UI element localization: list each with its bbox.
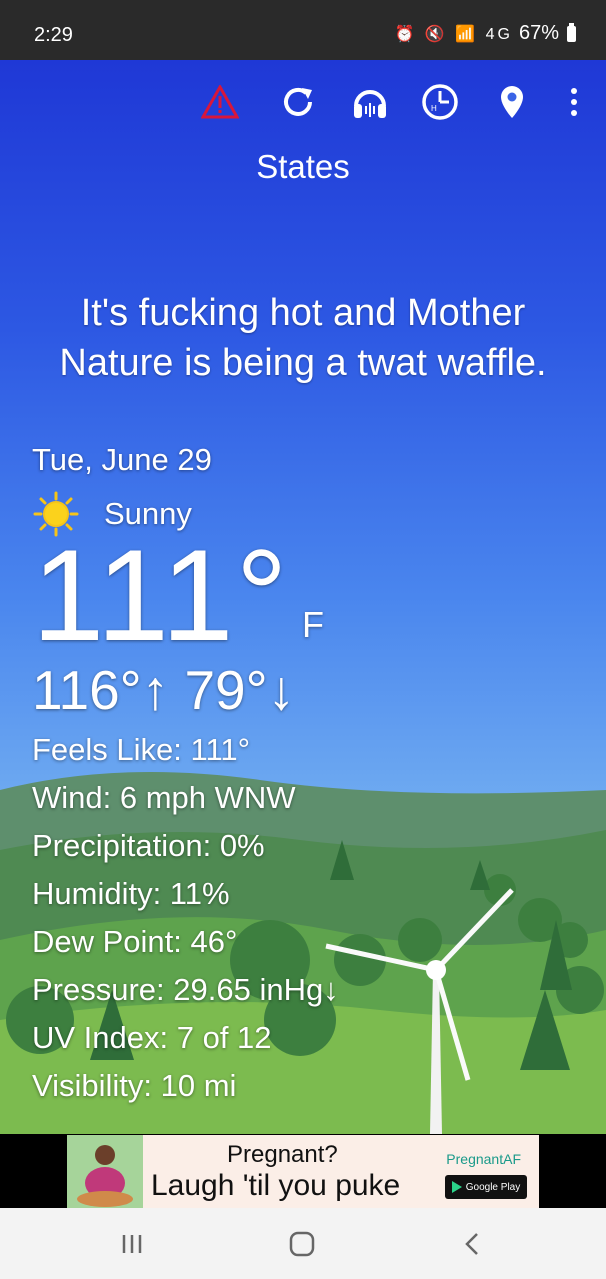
warning-icon[interactable] [198,80,242,124]
forecast-date: Tue, June 29 [32,442,212,477]
home-icon[interactable] [282,1228,322,1260]
current-temperature: 111° F [32,530,339,660]
battery-level: 67% [518,22,559,44]
ad-headline: Pregnant? [227,1141,338,1168]
ad-brand: PregnantAF [446,1151,521,1167]
ad-banner[interactable]: Pregnant? Laugh 'til you puke PregnantAF… [67,1135,539,1208]
status-icons: ⏰ 🔇 📶 4G 67% [395,22,576,45]
weather-screen: H States It's fucking hot and Mother Nat… [0,60,606,1134]
recent-apps-icon[interactable] [112,1228,152,1260]
google-play-badge[interactable]: Google Play [445,1175,527,1199]
weather-tagline: It's fucking hot and Mother Nature is be… [59,292,547,384]
ad-subheadline: Laugh 'til you puke [151,1169,401,1202]
navigation-bar [0,1208,606,1279]
play-store-icon [451,1181,462,1193]
humidity: Humidity: 11% [32,876,230,911]
location-pin-icon[interactable] [490,80,534,124]
current-conditions: Tue, June 29 Sunny 111° F 116°↑ 79°↓ Fee… [32,442,339,1110]
ad-illustration [67,1135,143,1208]
store-badge-label: Google Play [465,1181,521,1193]
refresh-icon[interactable] [276,80,320,124]
svg-text:H: H [431,104,437,113]
feels-like: Feels Like: 111° [32,732,251,767]
wind: Wind: 6 mph WNW [32,780,296,815]
location-name: States [256,148,350,185]
temperature-value: 111° [32,522,290,668]
temperature-unit: F [302,604,324,645]
pressure: Pressure: 29.65 inHg↓ [32,972,339,1007]
dew-point: Dew Point: 46° [32,924,238,959]
low-temperature: 79°↓ [184,659,296,721]
headphones-icon[interactable] [348,80,392,124]
precipitation: Precipitation: 0% [32,828,265,863]
back-icon[interactable] [452,1228,492,1260]
battery-icon [567,22,576,42]
history-icon[interactable]: H [418,80,462,124]
more-vert-icon[interactable] [552,80,596,124]
high-temperature: 116°↑ [32,659,170,721]
uv-index: UV Index: 7 of 12 [32,1020,272,1055]
status-indicator-icons: ⏰ 🔇 📶 4G [394,25,513,43]
status-bar: 2:29 ⏰ 🔇 📶 4G 67% [0,0,606,60]
visibility: Visibility: 10 mi [32,1068,237,1103]
toolbar: H [0,80,606,124]
status-time: 2:29 [34,24,73,46]
